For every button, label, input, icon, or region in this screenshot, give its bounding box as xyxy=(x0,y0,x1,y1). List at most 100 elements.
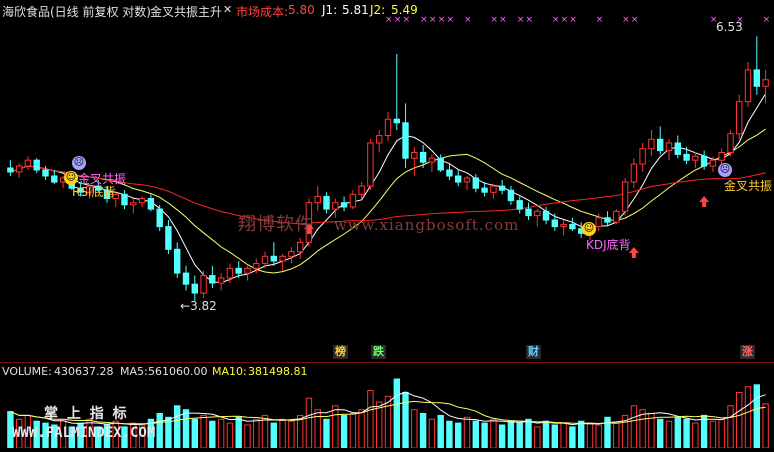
close-x-icon[interactable]: ✕ xyxy=(223,3,232,16)
signal-rsi-dibei: RSI底背 xyxy=(72,185,116,199)
candle-body xyxy=(261,255,269,264)
smile-face-icon: ☺ xyxy=(582,222,596,236)
candle-body xyxy=(156,208,163,228)
volume-bar xyxy=(367,390,374,449)
candle-body xyxy=(165,226,172,250)
brand-title: 掌 上 指 标 xyxy=(44,406,129,422)
volume-bar xyxy=(376,401,383,449)
candle-body xyxy=(51,175,58,183)
low-price-value: 3.82 xyxy=(190,299,217,313)
price-chart-panel[interactable]: × × × × × × × × × × × × × × × × × × × × × 海欣食品(日线 前复权 对数) 金叉… xyxy=(0,0,774,342)
candle-body xyxy=(138,198,146,204)
volume-bar xyxy=(446,420,453,449)
market-cost-label: 市场成本: xyxy=(236,5,289,19)
candle-body xyxy=(657,138,664,152)
x-marker: × xyxy=(596,15,604,25)
brand-url: WWW.PALMINDEX.COM xyxy=(12,425,156,441)
x-marker: × xyxy=(464,15,472,25)
candle-body xyxy=(516,200,523,210)
candle-body xyxy=(604,217,611,223)
candle-body xyxy=(226,267,234,279)
candle-body xyxy=(490,185,497,193)
x-marker: × xyxy=(420,15,428,25)
volume-bar xyxy=(217,418,225,449)
volume-bar xyxy=(428,418,436,449)
ma10-label: MA10: xyxy=(212,365,247,378)
candle-body xyxy=(709,159,717,167)
low-price-label: ←3.82 xyxy=(180,299,217,313)
marker-zhang[interactable]: 涨 xyxy=(740,345,755,359)
candle-body xyxy=(630,163,638,183)
volume-bar xyxy=(762,403,769,449)
market-cost-value: 5.80 xyxy=(288,3,315,17)
ma10-value: 381498.81 xyxy=(248,365,308,378)
candle-body xyxy=(16,165,23,173)
candle-body xyxy=(217,277,225,284)
j2-value: 5.49 xyxy=(391,3,418,17)
sad-face-icon: ☹ xyxy=(72,156,86,170)
ma5-value: 561060.00 xyxy=(148,365,208,378)
candle-body xyxy=(174,248,181,274)
volume-bar xyxy=(305,397,313,449)
high-price-label: 6.53 xyxy=(716,20,743,34)
candle-body xyxy=(463,177,471,183)
volume-bar xyxy=(744,386,752,449)
volume-bar xyxy=(340,414,348,449)
candle-body xyxy=(279,255,286,262)
volume-bar xyxy=(700,414,708,449)
candle-body xyxy=(665,142,673,152)
volume-bar xyxy=(753,384,760,449)
volume-bar xyxy=(191,418,199,449)
x-marker: × xyxy=(499,15,507,25)
ma5-label: MA5: xyxy=(120,365,148,378)
x-marker: × xyxy=(438,15,446,25)
x-marker: × xyxy=(552,15,560,25)
candle-body xyxy=(384,118,392,136)
candle-body xyxy=(24,159,32,167)
volume-bar xyxy=(200,414,207,449)
candle-body xyxy=(419,152,427,163)
volume-bar xyxy=(463,416,471,449)
volume-bar xyxy=(393,378,401,449)
volume-bar xyxy=(323,418,330,449)
candle-body xyxy=(727,133,734,153)
volume-bar xyxy=(551,424,558,449)
candle-body xyxy=(560,223,567,228)
candle-body xyxy=(42,169,49,177)
volume-bar xyxy=(235,416,242,449)
x-marker: × xyxy=(569,15,577,25)
volume-bar xyxy=(507,420,515,449)
candle-body xyxy=(446,169,453,177)
candle-body xyxy=(700,155,708,167)
x-marker: × xyxy=(490,15,498,25)
volume-bar xyxy=(516,422,523,449)
volume-bar xyxy=(253,418,260,449)
candle-body xyxy=(7,167,14,173)
j1-label: J1: xyxy=(322,3,338,17)
j2-label: J2: xyxy=(370,3,386,17)
volume-bar xyxy=(358,409,365,449)
candle-body xyxy=(376,135,383,144)
candle-body xyxy=(244,267,251,274)
signal-jincha-right: 金叉共振 xyxy=(724,179,773,193)
marker-die[interactable]: 跌 xyxy=(371,345,386,359)
volume-bar xyxy=(455,422,462,449)
indicator-name: 金叉共振主升 xyxy=(150,5,223,19)
volume-chart-panel[interactable]: VOLUME: 430637.28 MA5: 561060.00 MA10: 3… xyxy=(0,362,774,449)
x-marker: × xyxy=(631,15,639,25)
candle-body xyxy=(472,177,480,189)
candle-body xyxy=(736,101,743,135)
volume-bar xyxy=(727,405,734,449)
candle-body xyxy=(209,275,216,284)
candle-body xyxy=(542,210,550,221)
x-marker: × xyxy=(517,15,525,25)
candle-body xyxy=(358,185,365,195)
signal-kdj-dibei: KDJ底背 xyxy=(586,238,631,252)
volume-value: 430637.28 xyxy=(54,365,114,378)
volume-bar xyxy=(288,420,295,449)
candle-body xyxy=(270,255,278,262)
volume-bar xyxy=(595,424,602,449)
marker-bang[interactable]: 榜 xyxy=(333,345,348,359)
volume-bar xyxy=(437,414,444,449)
marker-cai[interactable]: 财 xyxy=(526,345,541,359)
